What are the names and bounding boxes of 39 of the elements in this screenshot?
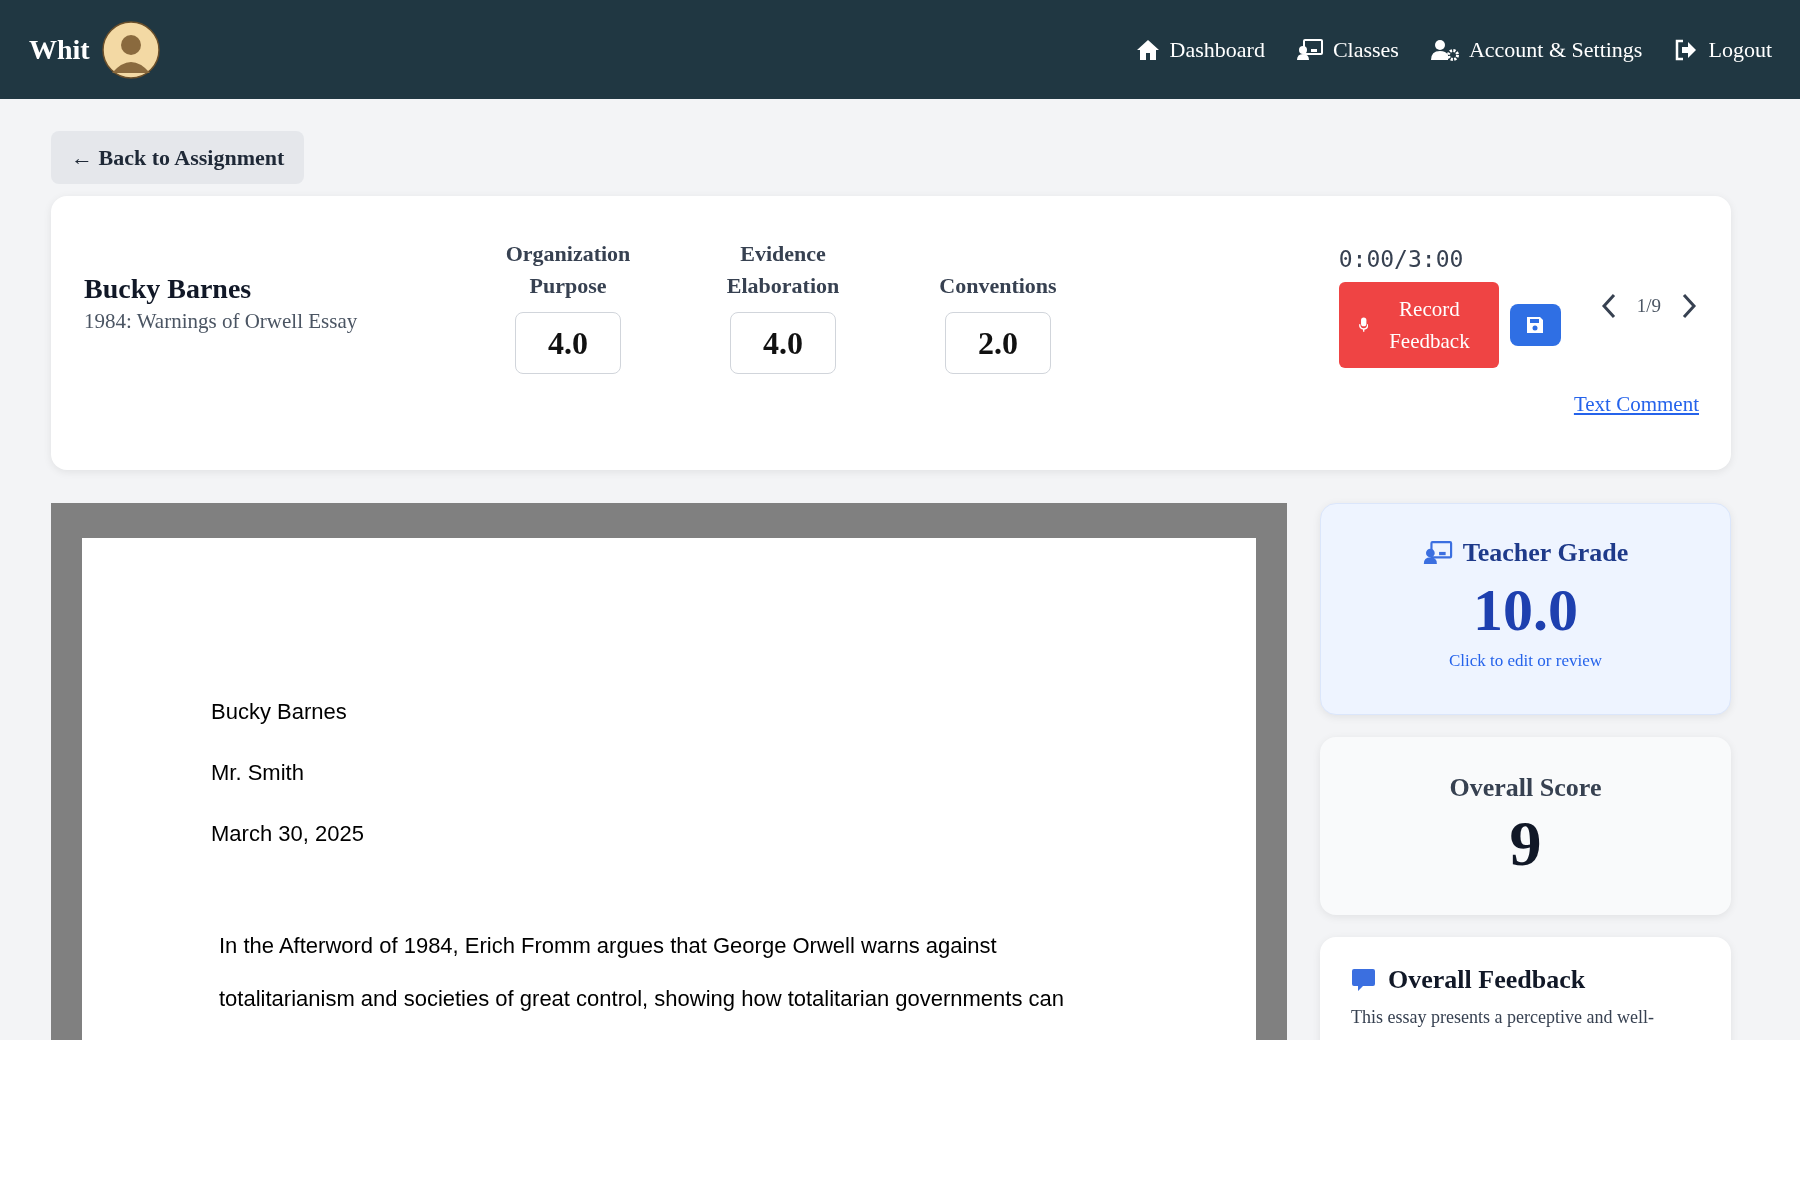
student-name: Bucky Barnes (84, 273, 253, 305)
timer: 0:00/3:00 (1338, 246, 1465, 272)
presentation-icon (1422, 541, 1453, 565)
text-comment-link[interactable]: Text Comment (1573, 392, 1699, 417)
nav-link[interactable]: Classes (1296, 36, 1399, 63)
assignment-title: 1984: Warnings of Orwell Essay (84, 309, 359, 334)
speech-bubble-icon (1351, 968, 1376, 992)
document-line: In the Afterword of 1984, Erich Fromm argues that George Orwell warns against (219, 932, 998, 960)
overall-score-value: 9 (1509, 807, 1542, 881)
nav-link[interactable]: Logout (1674, 36, 1772, 63)
presentation-icon (1296, 38, 1323, 61)
user-gear-icon (1430, 38, 1459, 61)
logout-icon (1674, 38, 1699, 61)
brand-name: Whit (29, 33, 90, 66)
card-title: Overall Feedback (1388, 965, 1586, 995)
save-button[interactable] (1509, 304, 1561, 346)
score-label: Organization Purpose (504, 240, 632, 300)
nav-link[interactable]: Account & Settings (1430, 36, 1643, 63)
score-label: Evidence Elaboration (725, 240, 841, 300)
avatar (101, 20, 160, 79)
score-field[interactable]: 2.0 (945, 312, 1051, 374)
document-line: Mr. Smith (211, 759, 305, 787)
nav-link[interactable]: Dashboard (1135, 36, 1265, 63)
record-feedback-button[interactable]: Record Feedback (1338, 282, 1499, 368)
back-button[interactable]: ← Back to Assignment (51, 131, 305, 184)
card-title: Overall Score (1449, 773, 1602, 803)
document-line: totalitarianism and societies of great control, showing how totalitarian governments can (219, 985, 1065, 1013)
teacher-grade-card[interactable]: Teacher Grade 10.0 Click to edit or review (1320, 503, 1731, 715)
feedback-text: This essay presents a perceptive and well- (1351, 1007, 1655, 1028)
document-line: March 30, 2025 (211, 820, 365, 848)
score-field[interactable]: 4.0 (515, 312, 621, 374)
hint-text: Click to edit or review (1449, 651, 1602, 671)
score-label: Conventions (938, 272, 1058, 300)
page-indicator: 1/9 (1636, 295, 1661, 317)
teacher-grade-value: 10.0 (1473, 576, 1578, 645)
card-title: Teacher Grade (1462, 538, 1629, 568)
document-line: Bucky Barnes (211, 698, 348, 726)
home-icon (1135, 38, 1160, 61)
score-field[interactable]: 4.0 (730, 312, 836, 374)
